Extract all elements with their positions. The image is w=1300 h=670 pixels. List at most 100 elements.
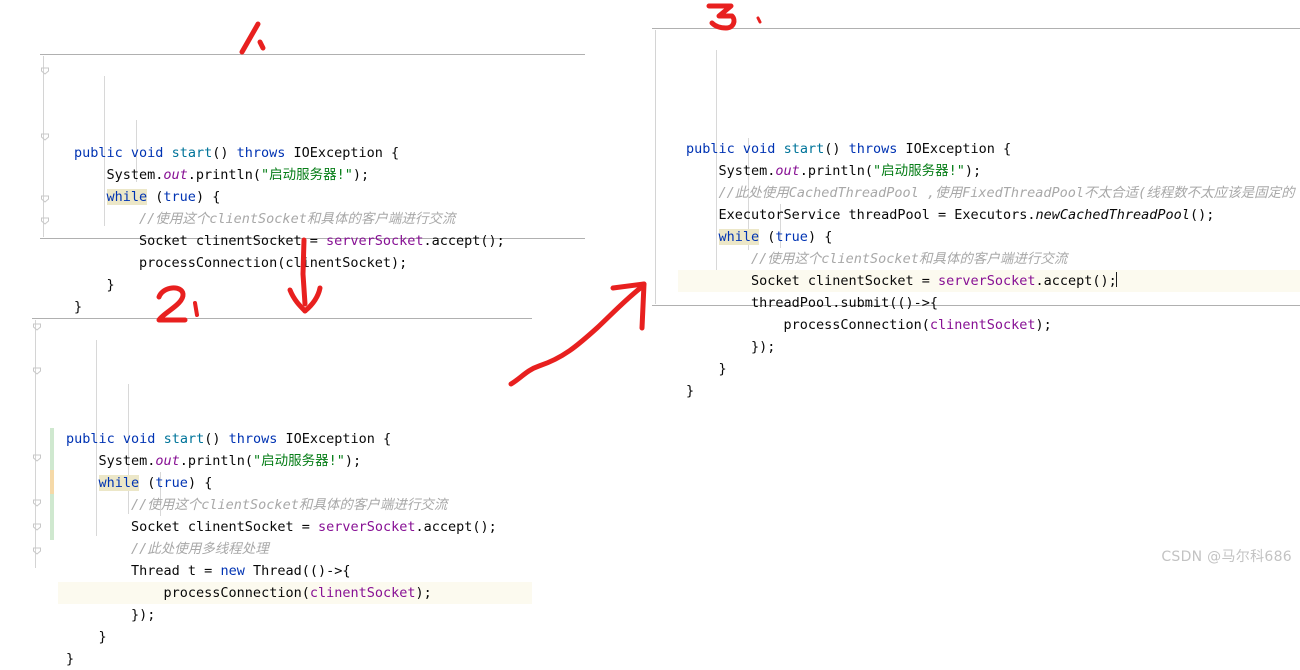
code-line[interactable]: //使用这个clientSocket和具体的客户端进行交流 xyxy=(58,494,532,516)
vcs-change-marker-added[interactable] xyxy=(50,494,54,540)
code-text-area[interactable]: public void start() throws IOException {… xyxy=(58,318,532,667)
code-line[interactable]: Socket clinentSocket = serverSocket.acce… xyxy=(58,516,532,538)
code-line[interactable]: ExecutorService threadPool = Executors.n… xyxy=(678,204,1300,226)
code-line[interactable]: }); xyxy=(678,336,1300,358)
code-token: ); xyxy=(1035,317,1052,333)
editor-gutter xyxy=(40,54,66,239)
code-token: void xyxy=(122,431,156,447)
code-token: processConnection(clinentSocket); xyxy=(74,255,408,271)
code-token: System. xyxy=(74,167,164,183)
fold-chevron-icon[interactable] xyxy=(32,546,43,557)
code-line[interactable]: //使用这个clientSocket和具体的客户端进行交流 xyxy=(678,248,1300,270)
fold-chevron-icon[interactable] xyxy=(32,322,43,333)
fold-chevron-icon[interactable] xyxy=(32,366,43,377)
code-token: out xyxy=(155,453,180,469)
code-token: true xyxy=(775,229,808,245)
code-token: System. xyxy=(686,163,776,179)
code-token: ); xyxy=(344,453,362,469)
code-line[interactable]: } xyxy=(58,648,532,670)
code-token: ( xyxy=(139,475,156,491)
fold-chevron-icon[interactable] xyxy=(40,194,51,205)
code-token: clinentSocket xyxy=(309,585,416,601)
code-line[interactable]: public void start() throws IOException { xyxy=(58,428,532,450)
vcs-change-marker-added[interactable] xyxy=(50,428,54,470)
code-line[interactable]: threadPool.submit(()->{ xyxy=(678,292,1300,314)
code-token: } xyxy=(66,629,107,645)
fold-chevron-icon[interactable] xyxy=(40,216,51,227)
code-line[interactable]: } xyxy=(66,296,585,318)
code-token: "启动服务器!" xyxy=(252,453,345,469)
code-line[interactable]: public void start() throws IOException { xyxy=(66,142,585,164)
code-line[interactable]: System.out.println("启动服务器!"); xyxy=(678,160,1300,182)
code-line[interactable]: } xyxy=(58,626,532,648)
vcs-change-marker-modified[interactable] xyxy=(50,470,54,494)
code-token: start xyxy=(171,145,213,161)
fold-chevron-icon[interactable] xyxy=(40,132,51,143)
code-token: while xyxy=(106,189,148,205)
code-token: ); xyxy=(352,167,370,183)
code-token: ) { xyxy=(195,189,221,205)
fold-chevron-icon[interactable] xyxy=(32,453,43,464)
code-token: public xyxy=(74,145,123,161)
code-line[interactable]: System.out.println("启动服务器!"); xyxy=(66,164,585,186)
code-token: //此处使用多线程处理 xyxy=(131,541,269,557)
code-line[interactable]: Socket clinentSocket = serverSocket.acce… xyxy=(678,270,1300,292)
code-token: void xyxy=(130,145,164,161)
code-line[interactable]: } xyxy=(678,380,1300,402)
code-line[interactable]: while (true) { xyxy=(678,226,1300,248)
code-line[interactable]: System.out.println("启动服务器!"); xyxy=(58,450,532,472)
code-token: out xyxy=(775,163,800,179)
code-token: .println( xyxy=(799,163,873,179)
code-line[interactable]: //此处使用多线程处理 xyxy=(58,538,532,560)
code-token: new xyxy=(220,563,245,579)
code-line[interactable]: } xyxy=(678,358,1300,380)
code-line[interactable]: Thread t = new Thread(()->{ xyxy=(58,560,532,582)
fold-chevron-icon[interactable] xyxy=(32,522,43,533)
code-token: Socket clinentSocket = xyxy=(74,233,326,249)
code-token: start xyxy=(783,141,825,157)
code-token: start xyxy=(163,431,205,447)
code-line[interactable]: //使用这个clientSocket和具体的客户端进行交流 xyxy=(66,208,585,230)
code-block-2[interactable]: public void start() throws IOException {… xyxy=(32,318,532,667)
code-line[interactable]: }); xyxy=(58,604,532,626)
code-token: processConnection( xyxy=(66,585,310,601)
code-line[interactable]: } xyxy=(66,274,585,296)
code-text-area[interactable]: public void start() throws IOException {… xyxy=(66,54,585,315)
code-line[interactable]: processConnection(clinentSocket); xyxy=(678,314,1300,336)
code-token: (); xyxy=(1189,207,1215,223)
code-token: IOException { xyxy=(897,141,1012,157)
code-token: "启动服务器!" xyxy=(260,167,353,183)
code-line[interactable]: //此处使用CachedThreadPool ,使用FixedThreadPoo… xyxy=(678,182,1300,204)
code-token: true xyxy=(163,189,196,205)
code-block-1[interactable]: public void start() throws IOException {… xyxy=(40,54,585,315)
code-line[interactable]: Socket clinentSocket = serverSocket.acce… xyxy=(66,230,585,252)
code-line[interactable]: while (true) { xyxy=(66,186,585,208)
code-token: //使用这个clientSocket和具体的客户端进行交流 xyxy=(751,251,1068,267)
fold-chevron-icon[interactable] xyxy=(32,498,43,509)
fold-chevron-icon[interactable] xyxy=(40,66,51,77)
code-token: public xyxy=(686,141,735,157)
code-block-3[interactable]: public void start() throws IOException {… xyxy=(652,28,1300,399)
code-token: .accept(); xyxy=(423,233,505,249)
code-token: ( xyxy=(759,229,776,245)
code-token: }); xyxy=(686,339,776,355)
code-text-area[interactable]: public void start() throws IOException {… xyxy=(678,28,1300,399)
code-token: clinentSocket xyxy=(929,317,1036,333)
code-token: //使用这个clientSocket和具体的客户端进行交流 xyxy=(139,211,456,227)
code-token: serverSocket xyxy=(317,519,416,535)
code-line[interactable]: processConnection(clinentSocket); xyxy=(58,582,532,604)
code-token: serverSocket xyxy=(937,273,1036,289)
code-token: .println( xyxy=(187,167,261,183)
code-line[interactable]: processConnection(clinentSocket); xyxy=(66,252,585,274)
code-token: } xyxy=(74,277,115,293)
code-line[interactable]: while (true) { xyxy=(58,472,532,494)
code-token: () xyxy=(212,145,237,161)
code-line[interactable]: public void start() throws IOException { xyxy=(678,138,1300,160)
